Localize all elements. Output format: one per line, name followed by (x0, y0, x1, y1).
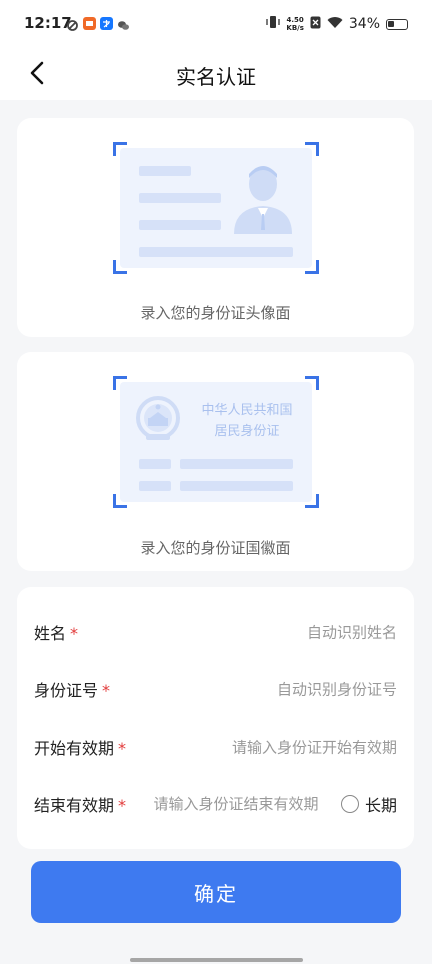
start-date-field[interactable]: 请输入身份证开始有效期 (232, 737, 397, 758)
end-date-label-text: 结束有效期 (34, 796, 115, 815)
id-number-field[interactable]: 自动识别身份证号 (277, 679, 397, 700)
long-term-radio[interactable] (340, 795, 359, 813)
end-date-label: 结束有效期 * (34, 792, 126, 816)
text-line-placeholder (180, 481, 293, 491)
name-label-text: 姓名 (34, 624, 67, 643)
name-label: 姓名 * (34, 620, 78, 644)
name-field[interactable]: 自动识别姓名 (307, 622, 397, 643)
id-back-illustration: 中华人民共和国 居民身份证 (120, 382, 312, 502)
emblem-line-title: 居民身份证 (214, 424, 280, 439)
id-number-row[interactable]: 身份证号 * 自动识别身份证号 (17, 660, 414, 718)
sim-off-icon (310, 16, 321, 33)
end-date-row[interactable]: 结束有效期 * 请输入身份证结束有效期 长期 (17, 775, 414, 833)
required-mark: * (118, 739, 127, 758)
text-line-placeholder (139, 166, 191, 176)
required-mark: * (70, 624, 79, 643)
home-indicator[interactable] (130, 958, 303, 962)
confirm-button[interactable]: 确定 (31, 861, 401, 923)
national-emblem-icon (136, 396, 180, 446)
name-row[interactable]: 姓名 * 自动识别姓名 (17, 603, 414, 661)
text-line-placeholder (139, 247, 293, 257)
status-bar: 12:17 4.50 KB/s 34% (0, 0, 432, 50)
battery-percent: 34% (348, 16, 380, 32)
nav-header: 实名认证 (0, 50, 432, 100)
text-line-placeholder (180, 459, 293, 469)
app-notification-icon (83, 17, 96, 30)
start-date-row[interactable]: 开始有效期 * 请输入身份证开始有效期 (17, 718, 414, 776)
net-speed-unit: KB/s (286, 24, 304, 32)
long-term-option[interactable]: 长期 (340, 792, 397, 816)
text-line-placeholder (139, 193, 221, 203)
end-date-field[interactable]: 请输入身份证结束有效期 (146, 794, 326, 814)
start-date-label-text: 开始有效期 (34, 739, 115, 758)
long-term-label: 长期 (364, 796, 397, 815)
id-front-illustration (120, 148, 312, 268)
id-front-upload-card[interactable]: 录入您的身份证头像面 (17, 118, 414, 337)
id-back-caption: 录入您的身份证国徽面 (140, 539, 291, 557)
status-time: 12:17 (24, 14, 72, 32)
start-date-label: 开始有效期 * (34, 735, 126, 759)
text-line-placeholder (139, 481, 171, 491)
vibrate-icon (266, 15, 281, 33)
id-number-label-text: 身份证号 (34, 681, 99, 700)
text-line-placeholder (139, 459, 171, 469)
required-mark: * (118, 796, 127, 815)
notification-icons (66, 17, 130, 36)
status-right: 4.50 KB/s 34% (266, 15, 408, 33)
sync-icon (66, 17, 79, 36)
net-speed: 4.50 KB/s (286, 16, 303, 32)
text-line-placeholder (139, 220, 221, 230)
id-front-scan-frame[interactable] (113, 142, 319, 274)
page-title: 实名认证 (176, 65, 256, 89)
id-info-form: 姓名 * 自动识别姓名 身份证号 * 自动识别身份证号 开始有效期 * 请输入身份证开… (17, 587, 414, 849)
wechat-icon (117, 17, 130, 36)
emblem-line-country: 中华人民共和国 (201, 403, 293, 418)
id-number-label: 身份证号 * (34, 677, 110, 701)
id-back-upload-card[interactable]: 中华人民共和国 居民身份证 录入您的身份证国徽面 (17, 352, 414, 571)
id-front-caption: 录入您的身份证头像面 (140, 304, 291, 322)
required-mark: * (102, 681, 111, 700)
id-back-scan-frame[interactable]: 中华人民共和国 居民身份证 (113, 376, 319, 508)
battery-icon (386, 18, 408, 30)
wifi-icon (327, 16, 343, 33)
portrait-icon (232, 162, 294, 238)
net-speed-value: 4.50 (286, 16, 304, 24)
alipay-icon (100, 17, 113, 30)
id-back-emblem-text: 中华人民共和国 居民身份证 (192, 400, 302, 442)
